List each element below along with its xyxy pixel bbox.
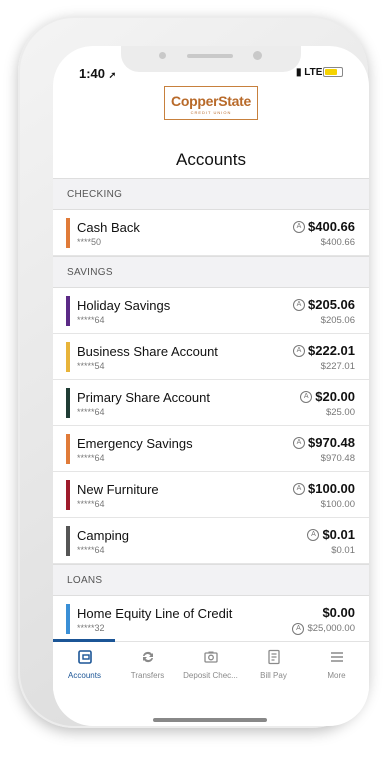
account-number: *****64 bbox=[77, 407, 105, 417]
tab-transfers[interactable]: Transfers bbox=[116, 642, 179, 692]
account-row[interactable]: Camping *****64 $0.01 $0.01 A bbox=[53, 518, 369, 564]
account-name: Holiday Savings bbox=[77, 298, 171, 313]
available-indicator-icon: A bbox=[300, 391, 313, 403]
signal-bars-icon: ▮ bbox=[296, 67, 302, 78]
section-header: SAVINGS bbox=[53, 256, 369, 288]
tab-label: Deposit Chec... bbox=[183, 671, 238, 680]
account-name: Emergency Savings bbox=[77, 436, 193, 451]
available-balance: $100.00 bbox=[320, 499, 355, 510]
tab-label: Bill Pay bbox=[260, 671, 287, 680]
account-color-bar bbox=[66, 526, 70, 556]
tab-deposit[interactable]: Deposit Chec... bbox=[179, 642, 242, 692]
account-number: *****54 bbox=[77, 361, 105, 371]
account-name: Cash Back bbox=[77, 220, 140, 235]
available-indicator-icon: A bbox=[293, 345, 305, 357]
tab-more[interactable]: More bbox=[305, 642, 368, 692]
bill-icon bbox=[242, 649, 305, 665]
wallet-icon bbox=[53, 649, 116, 665]
account-balance: $400.66 bbox=[308, 219, 355, 234]
phone-frame: 1:40 ➚ ▮ LTE CopperState CREDIT UNION Ac… bbox=[18, 16, 369, 728]
network-label: LTE bbox=[304, 67, 323, 78]
section-header: CHECKING bbox=[53, 178, 369, 210]
available-indicator-icon: A bbox=[293, 221, 305, 233]
account-row[interactable]: Business Share Account *****54 $222.01 $227… bbox=[53, 334, 369, 380]
account-row[interactable]: Emergency Savings *****64 $970.48 $970.48 A bbox=[53, 426, 369, 472]
account-name: New Furniture bbox=[77, 482, 159, 497]
tab-bar: Accounts Transfers Deposit Chec... Bill Pay… bbox=[53, 639, 369, 692]
status-bar: 1:40 ➚ ▮ LTE bbox=[53, 46, 369, 86]
account-balance: $0.01 bbox=[322, 527, 355, 542]
tab-label: More bbox=[327, 671, 346, 680]
screen: 1:40 ➚ ▮ LTE CopperState CREDIT UNION Ac… bbox=[53, 46, 369, 726]
account-color-bar bbox=[66, 434, 70, 464]
account-row[interactable]: New Furniture *****64 $100.00 $100.00 A bbox=[53, 472, 369, 518]
tab-label: Accounts bbox=[68, 671, 101, 680]
account-balance: $222.01 bbox=[308, 343, 355, 358]
logo-wordmark: CopperState bbox=[171, 93, 251, 109]
available-balance: $0.01 bbox=[331, 545, 355, 556]
status-time: 1:40 ➚ bbox=[79, 66, 117, 81]
account-number: *****64 bbox=[77, 315, 105, 325]
signal-indicator: ▮ LTE bbox=[296, 67, 322, 78]
available-indicator-icon: A bbox=[292, 623, 305, 635]
account-color-bar bbox=[66, 480, 70, 510]
account-number: ****50 bbox=[77, 237, 102, 247]
account-name: Business Share Account bbox=[77, 344, 218, 359]
page-title: Accounts bbox=[176, 150, 246, 169]
home-indicator[interactable] bbox=[153, 718, 267, 722]
account-name: Camping bbox=[77, 528, 130, 543]
account-balance: $20.00 bbox=[315, 389, 355, 404]
battery-icon bbox=[323, 67, 343, 77]
tab-bill[interactable]: Bill Pay bbox=[242, 642, 305, 692]
menu-icon bbox=[305, 649, 368, 665]
camera-icon bbox=[179, 649, 242, 665]
account-balance: $0.00 bbox=[322, 605, 355, 620]
account-name: Primary Share Account bbox=[77, 390, 210, 405]
account-color-bar bbox=[66, 388, 70, 418]
transfer-icon bbox=[116, 649, 179, 665]
account-row[interactable]: Home Equity Line of Credit *****32 $0.00 $2… bbox=[53, 596, 369, 642]
account-number: *****64 bbox=[77, 545, 105, 555]
account-row[interactable]: Primary Share Account *****64 $20.00 $25.00… bbox=[53, 380, 369, 426]
available-balance: $25,000.00 bbox=[307, 623, 355, 634]
available-indicator-icon: A bbox=[293, 483, 305, 495]
account-number: *****64 bbox=[77, 453, 105, 463]
available-balance: $970.48 bbox=[320, 453, 355, 464]
available-indicator-icon: A bbox=[293, 437, 305, 449]
tab-accounts[interactable]: Accounts bbox=[53, 642, 116, 692]
account-number: *****32 bbox=[77, 623, 105, 633]
account-list[interactable]: CHECKING Cash Back ****50 $400.66 $400.66 A SA… bbox=[53, 178, 369, 642]
location-arrow-icon: ➚ bbox=[108, 70, 117, 80]
available-balance: $25.00 bbox=[325, 407, 355, 418]
available-indicator-icon: A bbox=[293, 299, 305, 311]
account-balance: $100.00 bbox=[308, 481, 355, 496]
account-color-bar bbox=[66, 296, 70, 326]
account-name: Home Equity Line of Credit bbox=[77, 606, 233, 621]
available-balance: $227.01 bbox=[320, 361, 355, 372]
brand-logo: CopperState CREDIT UNION bbox=[164, 86, 258, 120]
tab-label: Transfers bbox=[130, 671, 165, 680]
account-balance: $970.48 bbox=[308, 435, 355, 450]
logo-subtitle: CREDIT UNION bbox=[190, 110, 232, 115]
account-color-bar bbox=[66, 604, 70, 634]
available-indicator-icon: A bbox=[307, 529, 320, 541]
available-balance: $400.66 bbox=[320, 237, 355, 248]
account-row[interactable]: Cash Back ****50 $400.66 $400.66 A bbox=[53, 210, 369, 256]
account-color-bar bbox=[66, 218, 70, 248]
section-header: LOANS bbox=[53, 564, 369, 596]
account-number: *****64 bbox=[77, 499, 105, 509]
available-balance: $205.06 bbox=[320, 315, 355, 326]
account-color-bar bbox=[66, 342, 70, 372]
account-row[interactable]: Holiday Savings *****64 $205.06 $205.06 A bbox=[53, 288, 369, 334]
account-balance: $205.06 bbox=[308, 297, 355, 312]
